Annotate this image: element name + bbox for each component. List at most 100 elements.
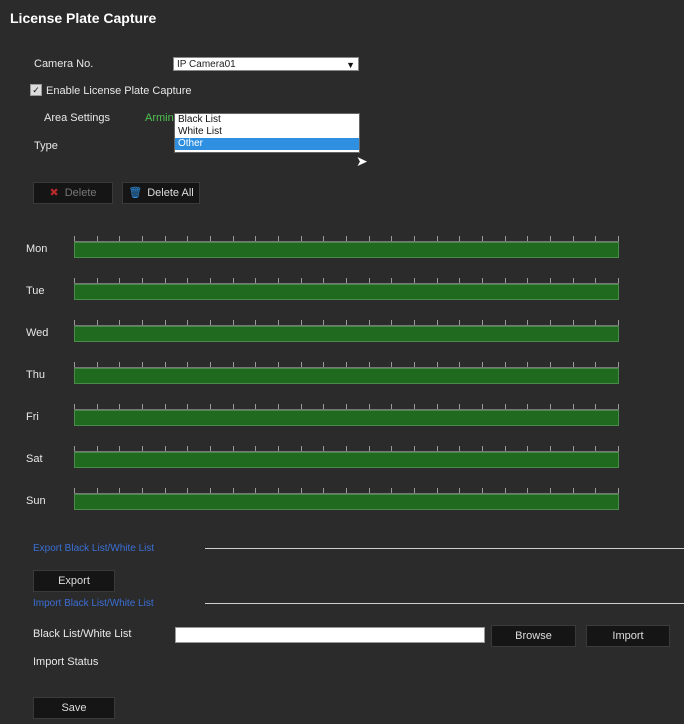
hour-tick <box>504 446 506 451</box>
hour-tick <box>187 488 189 493</box>
hour-tick <box>323 236 325 241</box>
import-status-label: Import Status <box>33 656 99 668</box>
hour-tick <box>618 278 619 283</box>
schedule-timeline-bar[interactable] <box>74 326 619 342</box>
hour-tick <box>164 278 166 283</box>
hour-tick <box>255 446 257 451</box>
type-dropdown-list[interactable]: Black List White List Other <box>174 113 360 153</box>
hour-tick <box>187 278 189 283</box>
hour-tick <box>119 488 121 493</box>
hour-tick <box>482 362 483 367</box>
hour-tick <box>142 362 143 367</box>
hour-tick <box>368 236 370 241</box>
hour-tick <box>368 278 370 283</box>
hour-tick <box>414 404 415 409</box>
hour-tick <box>527 488 529 493</box>
hour-tick <box>210 446 211 451</box>
hour-tick <box>459 404 461 409</box>
hour-tick <box>595 488 597 493</box>
hour-tick <box>142 320 143 325</box>
hour-tick <box>119 404 121 409</box>
hour-tick <box>459 236 461 241</box>
camera-select[interactable]: IP Camera01 ▼ <box>173 57 359 71</box>
hour-tick <box>391 236 393 241</box>
browse-button[interactable]: Browse <box>491 625 576 647</box>
list-file-input[interactable] <box>175 627 485 643</box>
hour-tick <box>595 320 597 325</box>
hour-tick <box>96 404 98 409</box>
hour-tick <box>232 278 234 283</box>
hour-tick <box>300 404 302 409</box>
hour-tick <box>300 362 302 367</box>
hour-tick <box>595 362 597 367</box>
time-ruler <box>74 275 619 284</box>
hour-tick <box>232 446 234 451</box>
hour-tick <box>436 236 438 241</box>
hour-tick <box>74 236 75 241</box>
hour-tick <box>391 446 393 451</box>
hour-tick <box>142 404 143 409</box>
hour-tick <box>142 446 143 451</box>
hour-tick <box>572 320 574 325</box>
schedule-timeline-bar[interactable] <box>74 410 619 426</box>
hour-tick <box>550 320 551 325</box>
hour-tick <box>323 488 325 493</box>
type-option-other[interactable]: Other <box>175 138 359 150</box>
hour-tick <box>119 362 121 367</box>
enable-capture-label: Enable License Plate Capture <box>46 85 192 97</box>
hour-tick <box>164 446 166 451</box>
hour-tick <box>504 488 506 493</box>
export-button[interactable]: Export <box>33 570 115 592</box>
hour-tick <box>346 362 347 367</box>
schedule-timeline-bar[interactable] <box>74 452 619 468</box>
hour-tick <box>550 362 551 367</box>
save-button[interactable]: Save <box>33 697 115 719</box>
delete-button[interactable]: ✖ Delete <box>33 182 113 204</box>
hour-tick <box>572 278 574 283</box>
hour-tick <box>595 404 597 409</box>
hour-tick <box>142 236 143 241</box>
import-button[interactable]: Import <box>586 625 670 647</box>
hour-tick <box>232 236 234 241</box>
hour-tick <box>210 320 211 325</box>
hour-tick <box>436 404 438 409</box>
schedule-timeline-bar[interactable] <box>74 494 619 510</box>
hour-tick <box>368 404 370 409</box>
schedule-timeline-bar[interactable] <box>74 242 619 258</box>
hour-tick <box>391 404 393 409</box>
hour-tick <box>436 320 438 325</box>
schedule-timeline-bar[interactable] <box>74 284 619 300</box>
hour-tick <box>210 278 211 283</box>
type-option-white-list[interactable]: White List <box>175 126 359 138</box>
hour-tick <box>255 236 257 241</box>
hour-tick <box>323 404 325 409</box>
enable-capture-checkbox[interactable]: ✓ <box>30 84 42 96</box>
time-ruler <box>74 443 619 452</box>
delete-all-button[interactable]: 🗑 Delete All <box>122 182 200 204</box>
import-section-title: Import Black List/White List <box>33 598 154 609</box>
hour-tick <box>300 320 302 325</box>
hour-tick <box>119 236 121 241</box>
hour-tick <box>164 488 166 493</box>
hour-tick <box>414 488 415 493</box>
hour-tick <box>255 320 257 325</box>
hour-tick <box>436 278 438 283</box>
hour-tick <box>187 404 189 409</box>
hour-tick <box>618 446 619 451</box>
schedule-timeline-bar[interactable] <box>74 368 619 384</box>
hour-tick <box>527 446 529 451</box>
hour-tick <box>346 278 347 283</box>
camera-no-label: Camera No. <box>34 58 94 70</box>
hour-tick <box>391 362 393 367</box>
time-ruler <box>74 485 619 494</box>
hour-tick <box>210 236 211 241</box>
hour-tick <box>300 278 302 283</box>
hour-tick <box>595 278 597 283</box>
hour-tick <box>346 236 347 241</box>
tab-area-settings[interactable]: Area Settings <box>44 112 110 124</box>
hour-tick <box>232 488 234 493</box>
hour-tick <box>346 488 347 493</box>
day-label: Mon <box>26 243 48 255</box>
type-option-black-list[interactable]: Black List <box>175 114 359 126</box>
hour-tick <box>550 404 551 409</box>
